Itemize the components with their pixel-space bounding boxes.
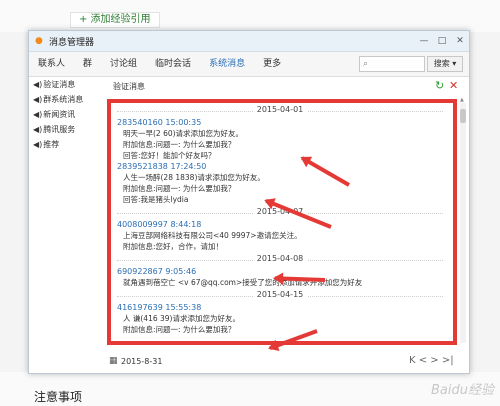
tab-discussions[interactable]: 讨论组 <box>101 52 146 76</box>
message-text: 附加信息:您好，合作，请加！ <box>123 242 224 251</box>
annotation-arrow <box>274 276 326 282</box>
scrollbar[interactable] <box>460 103 466 343</box>
footer-date[interactable]: 2015-8-31 <box>121 357 162 366</box>
sidebar-item-verification[interactable]: ◀)验证消息 <box>29 77 99 92</box>
sidebar-item-tencent-services[interactable]: ◀)腾讯服务 <box>29 122 99 137</box>
date-label: 2015-04-01 <box>252 105 308 114</box>
calendar-icon[interactable]: ▦ <box>109 356 118 366</box>
speaker-icon: ◀) <box>33 80 43 89</box>
footer-bar: ▦ 2015-8-31 K < > >| <box>109 353 463 371</box>
add-reference-link[interactable]: + 添加经验引用 <box>70 12 160 28</box>
speaker-icon: ◀) <box>33 95 43 104</box>
date-label: 2015-04-15 <box>252 290 308 299</box>
message-list-content: 2015-04-01 283540160 15:00:35 明天一早(2 60)… <box>117 103 443 335</box>
watermark: Baidu经验 <box>431 383 494 398</box>
minimize-button[interactable]: — <box>415 31 433 51</box>
date-label: 2015-04-08 <box>252 254 308 263</box>
tab-bar: 联系人 群 讨论组 临时会话 系统消息 更多 ⌕ 搜索 ▾ <box>29 52 469 77</box>
notes-heading: 注意事项 <box>34 390 83 404</box>
window-title: 消息管理器 <box>49 37 95 48</box>
sidebar-item-label: 推荐 <box>43 140 60 149</box>
message-text: 附加信息:问题一: 为什么要加我？ <box>123 325 236 334</box>
penguin-icon: ● <box>35 36 43 46</box>
maximize-button[interactable]: □ <box>433 31 451 51</box>
sidebar-item-label: 验证消息 <box>43 80 76 89</box>
message-text: 明天一早(2 60)请求添加您为好友。 <box>123 129 244 138</box>
sidebar-item-label: 腾讯服务 <box>43 125 76 134</box>
message-text: 上海豆部网络科技有限公司<40 9997>邀请您关注。 <box>123 231 302 240</box>
search-icon: ⌕ <box>363 59 369 69</box>
scrollbar-thumb[interactable] <box>460 109 466 123</box>
close-button[interactable]: ✕ <box>451 31 469 51</box>
date-separator: 2015-04-01 <box>117 105 443 117</box>
title-bar: ● 消息管理器 — □ ✕ <box>29 31 469 52</box>
date-separator: 2015-04-08 <box>117 254 443 266</box>
message-sender[interactable]: 283540160 15:00:35 <box>117 117 443 128</box>
message-text: 附加信息:问题一: 为什么要加我？ <box>123 184 236 193</box>
sidebar-item-news[interactable]: ◀)新闻资讯 <box>29 107 99 122</box>
tab-temp-sessions[interactable]: 临时会话 <box>146 52 200 76</box>
message-sender[interactable]: 2839521838 17:24:50 <box>117 161 443 172</box>
speaker-icon: ◀) <box>33 125 43 134</box>
sidebar: ◀)验证消息 ◀)群系统消息 ◀)新闻资讯 ◀)腾讯服务 ◀)推荐 <box>29 77 99 373</box>
message-text: 附加信息:问题一: 为什么要加我？ <box>123 140 236 149</box>
message-text: 人 谦(416 39)请求添加您为好友。 <box>123 314 240 323</box>
speaker-icon: ◀) <box>33 110 43 119</box>
tab-groups[interactable]: 群 <box>74 52 101 76</box>
page-top-area: + 添加经验引用 <box>0 0 500 32</box>
message-sender[interactable]: 416197639 15:55:38 <box>117 302 443 313</box>
message-text: 人生一场醉(28 1838)请求添加您为好友。 <box>123 173 265 182</box>
search-box: ⌕ <box>359 56 425 72</box>
message-text: 回答:您好！能加个好友吗？ <box>123 151 216 160</box>
tab-contacts[interactable]: 联系人 <box>29 52 74 76</box>
speaker-icon: ◀) <box>33 140 43 149</box>
pane-title: 验证消息 <box>113 82 145 91</box>
pagination-controls[interactable]: K < > >| <box>409 355 454 366</box>
sidebar-item-label: 新闻资讯 <box>43 110 76 119</box>
sidebar-item-recommend[interactable]: ◀)推荐 <box>29 137 99 152</box>
search-button[interactable]: 搜索 ▾ <box>427 56 463 72</box>
sidebar-item-label: 群系统消息 <box>43 95 84 104</box>
search-input[interactable] <box>374 57 420 69</box>
date-separator: 2015-04-15 <box>117 290 443 302</box>
tab-more[interactable]: 更多 <box>254 52 290 76</box>
message-manager-window: ● 消息管理器 — □ ✕ 联系人 群 讨论组 临时会话 系统消息 更多 ⌕ 搜… <box>28 30 470 374</box>
tab-system-messages[interactable]: 系统消息 <box>200 52 254 76</box>
refresh-icon[interactable]: ↻ <box>435 79 444 92</box>
pane-header: 验证消息 ↻ ✕ <box>109 77 463 97</box>
message-list: 2015-04-01 283540160 15:00:35 明天一早(2 60)… <box>107 99 457 345</box>
sidebar-item-group-system[interactable]: ◀)群系统消息 <box>29 92 99 107</box>
message-sender[interactable]: 4008009997 8:44:18 <box>117 219 443 230</box>
delete-icon[interactable]: ✕ <box>449 79 458 92</box>
